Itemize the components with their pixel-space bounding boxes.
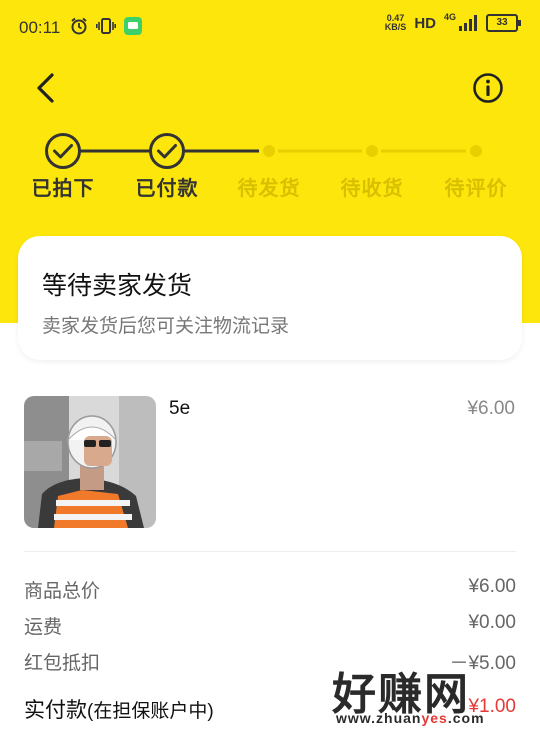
- escrow-note: (在担保账户中): [87, 701, 214, 722]
- product-price: ¥6.00: [467, 398, 515, 419]
- step-label-paid: 已付款: [135, 178, 199, 200]
- summary-label: 商品总价: [24, 581, 101, 602]
- signal-icon: [459, 15, 477, 31]
- summary-label: 运费: [24, 617, 63, 638]
- watermark-url: www.zhuanyes.com: [336, 710, 485, 726]
- step-label-to-ship: 待发货: [237, 178, 301, 200]
- step-dot-icon: [366, 145, 378, 157]
- summary-row-shipping: 运费 ¥0.00: [24, 612, 516, 639]
- order-status-card: 等待卖家发货 卖家发货后您可关注物流记录: [18, 236, 522, 360]
- step-dot-icon: [263, 145, 275, 157]
- status-time: 00:11: [19, 18, 61, 37]
- step-label-ordered: 已拍下: [31, 178, 95, 200]
- step-check-icon: [45, 133, 81, 169]
- info-icon[interactable]: [472, 72, 504, 104]
- progress-track: [45, 133, 482, 169]
- order-status-subtitle: 卖家发货后您可关注物流记录: [42, 316, 290, 337]
- divider: [24, 551, 516, 552]
- battery-icon: 33: [486, 14, 521, 32]
- status-icons-left: [70, 17, 142, 35]
- network-type: 4G: [443, 12, 456, 22]
- step-label-to-review: 待评价: [444, 178, 508, 200]
- message-app-icon: [124, 17, 142, 35]
- product-image[interactable]: [24, 396, 156, 528]
- alarm-icon: [71, 17, 87, 35]
- summary-label: 红包抵扣: [24, 653, 101, 674]
- status-icons-right: 0.47 KB/S HD 4G 33: [384, 12, 521, 32]
- product-photo-illustration: [24, 396, 156, 528]
- step-check-icon: [149, 133, 185, 169]
- hd-indicator: HD: [414, 14, 436, 32]
- step-label-to-receive: 待收货: [340, 178, 404, 200]
- order-status-title: 等待卖家发货: [42, 272, 193, 300]
- product-name[interactable]: 5e: [169, 398, 190, 420]
- vibrate-icon: [96, 18, 116, 34]
- network-speed: 0.47 KB/S: [384, 13, 407, 32]
- summary-value: ¥0.00: [468, 612, 516, 633]
- paid-amount-label: 实付款(在担保账户中): [24, 699, 214, 722]
- summary-row-subtotal: 商品总价 ¥6.00: [24, 576, 516, 603]
- status-bar: 00:11 0.47 KB/S HD 4G 33: [0, 0, 540, 56]
- back-arrow-icon[interactable]: [32, 72, 60, 104]
- order-progress: 已拍下 已付款 待发货 待收货 待评价: [0, 130, 540, 200]
- site-watermark: 好赚网 www.zhuanyes.com: [332, 658, 522, 728]
- step-dot-icon: [470, 145, 482, 157]
- summary-value: ¥6.00: [468, 576, 516, 597]
